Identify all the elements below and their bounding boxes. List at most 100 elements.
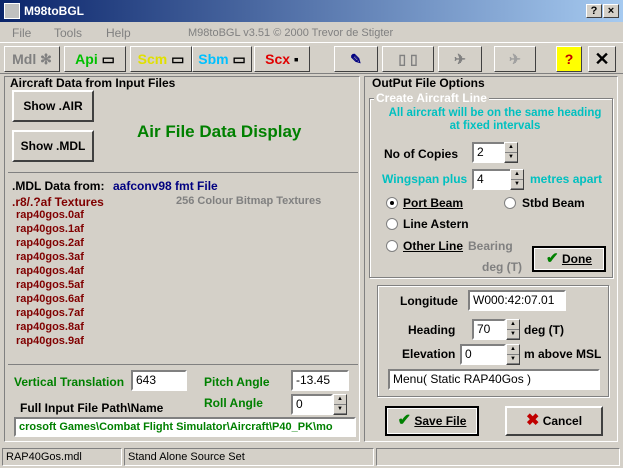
wingspan-spinner[interactable]: ▲ ▼ xyxy=(510,169,524,190)
texture-item: rap40gos.5af xyxy=(16,279,84,291)
roll-spinner[interactable]: ▲ ▼ xyxy=(333,394,347,415)
elevation-label: Elevation xyxy=(402,347,456,361)
line-astern-radio[interactable] xyxy=(386,218,398,230)
port-beam-label[interactable]: Port Beam xyxy=(403,196,463,210)
floppy-icon: ▪ xyxy=(290,51,299,67)
longitude-label: Longitude xyxy=(400,294,458,308)
heading-spinner[interactable]: ▲ ▼ xyxy=(506,319,520,340)
elevation-input[interactable]: 0 xyxy=(460,344,506,365)
plane-icon: ✈ xyxy=(454,51,466,67)
texture-item: rap40gos.4af xyxy=(16,265,84,277)
plane-gray-button[interactable]: ✈ xyxy=(494,46,536,72)
vertical-label: Vertical Translation xyxy=(14,375,125,389)
mdl-from-value: aafconv98 fmt File xyxy=(113,179,218,193)
stbd-beam-radio[interactable] xyxy=(504,197,516,209)
divider xyxy=(8,172,358,173)
spin-up-icon[interactable]: ▲ xyxy=(334,395,346,405)
api-button[interactable]: Api ▭ xyxy=(64,46,126,72)
spin-down-icon[interactable]: ▼ xyxy=(511,180,523,189)
spin-up-icon[interactable]: ▲ xyxy=(511,170,523,180)
spin-up-icon[interactable]: ▲ xyxy=(505,143,517,153)
heading-input[interactable]: 70 xyxy=(472,319,506,340)
path-field[interactable]: crosoft Games\Combat Flight Simulator\Ai… xyxy=(14,417,356,437)
show-mdl-button[interactable]: Show .MDL xyxy=(12,130,94,162)
spin-up-icon[interactable]: ▲ xyxy=(507,320,519,330)
title-bar: M98toBGL ? × xyxy=(0,0,623,22)
toolbar: Mdl ✻ Api ▭ Scm ▭ Sbm ▭ Scx ▪ ✎ ▯ ▯ ✈ ✈ … xyxy=(0,42,623,74)
spin-down-icon[interactable]: ▼ xyxy=(334,405,346,414)
line-astern-label[interactable]: Line Astern xyxy=(403,217,469,231)
elevation-spinner[interactable]: ▲ ▼ xyxy=(506,344,520,365)
cancel-button[interactable]: ✖ Cancel xyxy=(505,406,603,436)
keyboard-icon: ▭ xyxy=(167,51,185,67)
copy-button[interactable]: ▯ ▯ xyxy=(382,46,434,72)
done-button[interactable]: ✔ Done xyxy=(532,246,606,272)
scx-button[interactable]: Scx ▪ xyxy=(254,46,310,72)
texture-item: rap40gos.2af xyxy=(16,237,84,249)
spin-down-icon[interactable]: ▼ xyxy=(507,330,519,339)
texture-item: rap40gos.6af xyxy=(16,293,84,305)
roll-label: Roll Angle xyxy=(204,396,263,410)
pitch-input[interactable]: -13.45 xyxy=(291,370,349,391)
help-title-button[interactable]: ? xyxy=(586,4,602,18)
status-mode: Stand Alone Source Set xyxy=(124,448,374,466)
pitch-label: Pitch Angle xyxy=(204,375,270,389)
path-label: Full Input File Path\Name xyxy=(20,401,164,415)
save-file-button[interactable]: ✔ Save File xyxy=(385,406,479,436)
display-title: Air File Data Display xyxy=(137,122,302,141)
stbd-beam-label[interactable]: Stbd Beam xyxy=(522,196,585,210)
spin-down-icon[interactable]: ▼ xyxy=(507,355,519,364)
roll-input[interactable]: 0 xyxy=(291,394,333,415)
show-air-button[interactable]: Show .AIR xyxy=(12,90,94,122)
edit-button[interactable]: ✎ xyxy=(334,46,378,72)
texture-item: rap40gos.7af xyxy=(16,307,84,319)
mdl-from-label: .MDL Data from: xyxy=(12,179,105,193)
other-line-radio[interactable] xyxy=(386,240,398,252)
keyboard-icon: ▭ xyxy=(228,51,246,67)
create-note: All aircraft will be on the same heading… xyxy=(388,107,602,132)
texture-item: rap40gos.3af xyxy=(16,251,84,263)
check-icon: ✔ xyxy=(397,412,412,429)
bearing-label: Bearing xyxy=(468,239,513,253)
menu-file[interactable]: File xyxy=(12,26,31,40)
menu-help[interactable]: Help xyxy=(106,26,131,40)
copies-label: No of Copies xyxy=(384,147,458,161)
heading-label: Heading xyxy=(408,323,456,337)
menu-bar: File Tools Help M98toBGL v3.51 © 2000 Tr… xyxy=(0,22,623,42)
status-empty xyxy=(376,448,620,466)
longitude-input[interactable]: W000:42:07.01 xyxy=(468,290,566,311)
spin-up-icon[interactable]: ▲ xyxy=(507,345,519,355)
wingspan-input[interactable]: 4 xyxy=(472,169,512,190)
vertical-input[interactable]: 643 xyxy=(131,370,187,391)
mdl-button[interactable]: Mdl ✻ xyxy=(4,46,60,72)
textures-label: .r8/.?af Textures xyxy=(12,195,104,209)
help-button[interactable]: ? xyxy=(556,46,582,72)
elevation-unit: m above MSL xyxy=(524,347,602,361)
metres-label: metres apart xyxy=(530,172,603,186)
other-line-label[interactable]: Other Line xyxy=(403,239,463,253)
copies-input[interactable]: 2 xyxy=(472,142,506,163)
copies-spinner[interactable]: ▲ ▼ xyxy=(504,142,518,163)
edit-icon: ✎ xyxy=(350,51,362,67)
close-button[interactable]: ✕ xyxy=(588,46,616,72)
output-header: OutPut File Options xyxy=(372,76,485,90)
texture-item: rap40gos.9af xyxy=(16,335,84,347)
spin-down-icon[interactable]: ▼ xyxy=(505,153,517,162)
app-info: M98toBGL v3.51 © 2000 Trevor de Stigter xyxy=(188,27,394,39)
menu-tools[interactable]: Tools xyxy=(54,26,82,40)
sbm-button[interactable]: Sbm ▭ xyxy=(192,46,252,72)
scm-button[interactable]: Scm ▭ xyxy=(130,46,192,72)
wingspan-label: Wingspan plus xyxy=(382,172,468,186)
plane-icon: ✈ xyxy=(509,51,521,67)
port-beam-radio[interactable] xyxy=(386,197,398,209)
keyboard-icon: ▭ xyxy=(97,51,115,67)
close-title-button[interactable]: × xyxy=(603,4,619,18)
create-header: Create Aircraft Line xyxy=(374,91,489,105)
divider xyxy=(8,364,358,365)
status-file: RAP40Gos.mdl xyxy=(2,448,122,466)
close-icon: ✖ xyxy=(525,412,540,429)
aircraft-header: Aircraft Data from Input Files xyxy=(10,76,176,90)
bitmap-label: 256 Colour Bitmap Textures xyxy=(176,195,322,207)
plane-button[interactable]: ✈ xyxy=(438,46,482,72)
menu-entry-input[interactable]: Menu( Static RAP40Gos ) xyxy=(388,369,600,390)
